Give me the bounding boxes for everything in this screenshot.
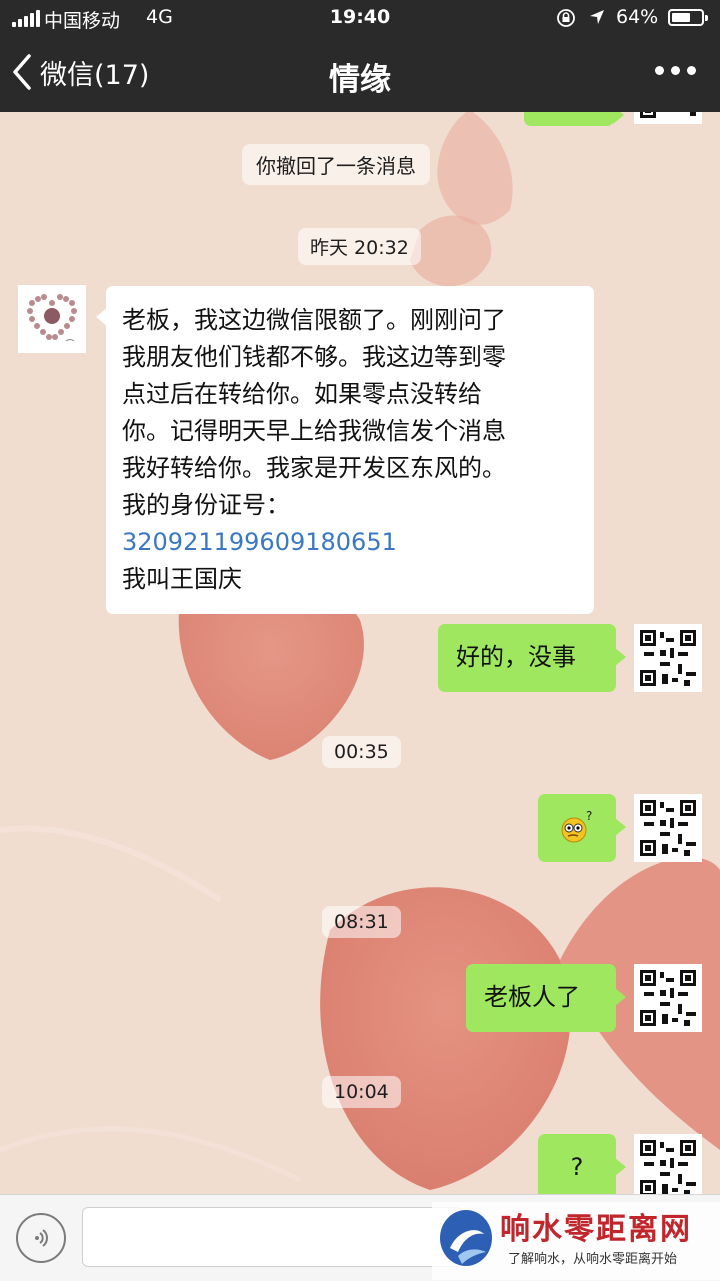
qr-code-icon	[638, 112, 698, 120]
message-line: 我叫王国庆	[122, 565, 242, 593]
confused-face-emoji-icon: ?	[561, 809, 592, 843]
svg-text:?: ?	[586, 809, 592, 823]
message-line: 我朋友他们钱都不够。我这边等到零	[122, 343, 506, 371]
voice-wave-icon	[35, 1229, 48, 1247]
message-text: 好的，没事	[456, 643, 576, 671]
chat-title: 情缘	[329, 62, 391, 98]
outgoing-message[interactable]: 老板人了	[466, 964, 626, 1032]
orientation-lock-icon	[557, 9, 575, 27]
watermark-tagline: 了解响水，从响水零距离开始	[508, 1252, 678, 1267]
battery-icon	[668, 9, 708, 26]
battery-percentage: 64%	[616, 6, 659, 28]
message-line: 我好转给你。我家是开发区东风的。	[122, 454, 506, 482]
dot-icon	[687, 66, 696, 75]
self-avatar[interactable]	[634, 794, 702, 862]
watermark-title: 响水零距离网	[500, 1212, 692, 1247]
message-list[interactable]: 你撤回了一条消息 昨天 20:32 老板，我这边微信限额了。刚刚问了 我朋友他们…	[0, 112, 720, 1194]
status-bar: 中国移动 4G 19:40 64%	[0, 0, 720, 36]
message-text: ?	[570, 1153, 584, 1181]
outgoing-message[interactable]: 好的，没事	[438, 624, 626, 692]
more-options-button[interactable]	[655, 66, 696, 75]
timestamp: 00:35	[322, 736, 401, 768]
chat-header: 微信(17) 情缘	[0, 36, 720, 112]
dot-icon	[655, 66, 664, 75]
self-avatar[interactable]	[634, 964, 702, 1032]
message-bubble-partial[interactable]	[524, 112, 624, 126]
qr-code-icon	[638, 968, 698, 1028]
timestamp: 10:04	[322, 1076, 401, 1108]
message-line: 点过后在转给你。如果零点没转给	[122, 380, 482, 408]
incoming-message[interactable]: 老板，我这边微信限额了。刚刚问了 我朋友他们钱都不够。我这边等到零 点过后在转给…	[96, 286, 594, 614]
outgoing-emoji-message[interactable]: ?	[538, 794, 626, 862]
self-avatar[interactable]	[634, 624, 702, 692]
site-watermark: 响水零距离网 了解响水，从响水零距离开始	[432, 1202, 720, 1280]
timestamp: 08:31	[322, 906, 401, 938]
message-line: 老板，我这边微信限额了。刚刚问了	[122, 306, 506, 334]
status-time: 19:40	[329, 6, 391, 28]
message-text-input[interactable]	[82, 1207, 462, 1267]
voice-input-button[interactable]	[16, 1213, 66, 1263]
location-arrow-icon	[590, 10, 604, 24]
qr-code-icon	[638, 1138, 698, 1194]
qr-code-icon	[638, 628, 698, 688]
heart-collage-avatar-icon	[22, 289, 82, 349]
recall-notice: 你撤回了一条消息	[242, 144, 430, 185]
qr-code-icon	[638, 798, 698, 858]
message-text: 老板人了	[484, 983, 580, 1011]
dot-icon	[671, 66, 680, 75]
outgoing-message[interactable]: ?	[538, 1134, 626, 1194]
self-avatar[interactable]	[634, 1134, 702, 1194]
self-avatar[interactable]	[634, 112, 702, 124]
contact-avatar[interactable]	[18, 285, 86, 353]
message-line: 我的身份证号：	[122, 491, 290, 519]
site-logo	[440, 1210, 492, 1266]
timestamp: 昨天 20:32	[298, 228, 421, 265]
message-line: 你。记得明天早上给我微信发个消息	[122, 417, 506, 445]
id-number-link[interactable]: 320921199609180651	[122, 524, 578, 561]
